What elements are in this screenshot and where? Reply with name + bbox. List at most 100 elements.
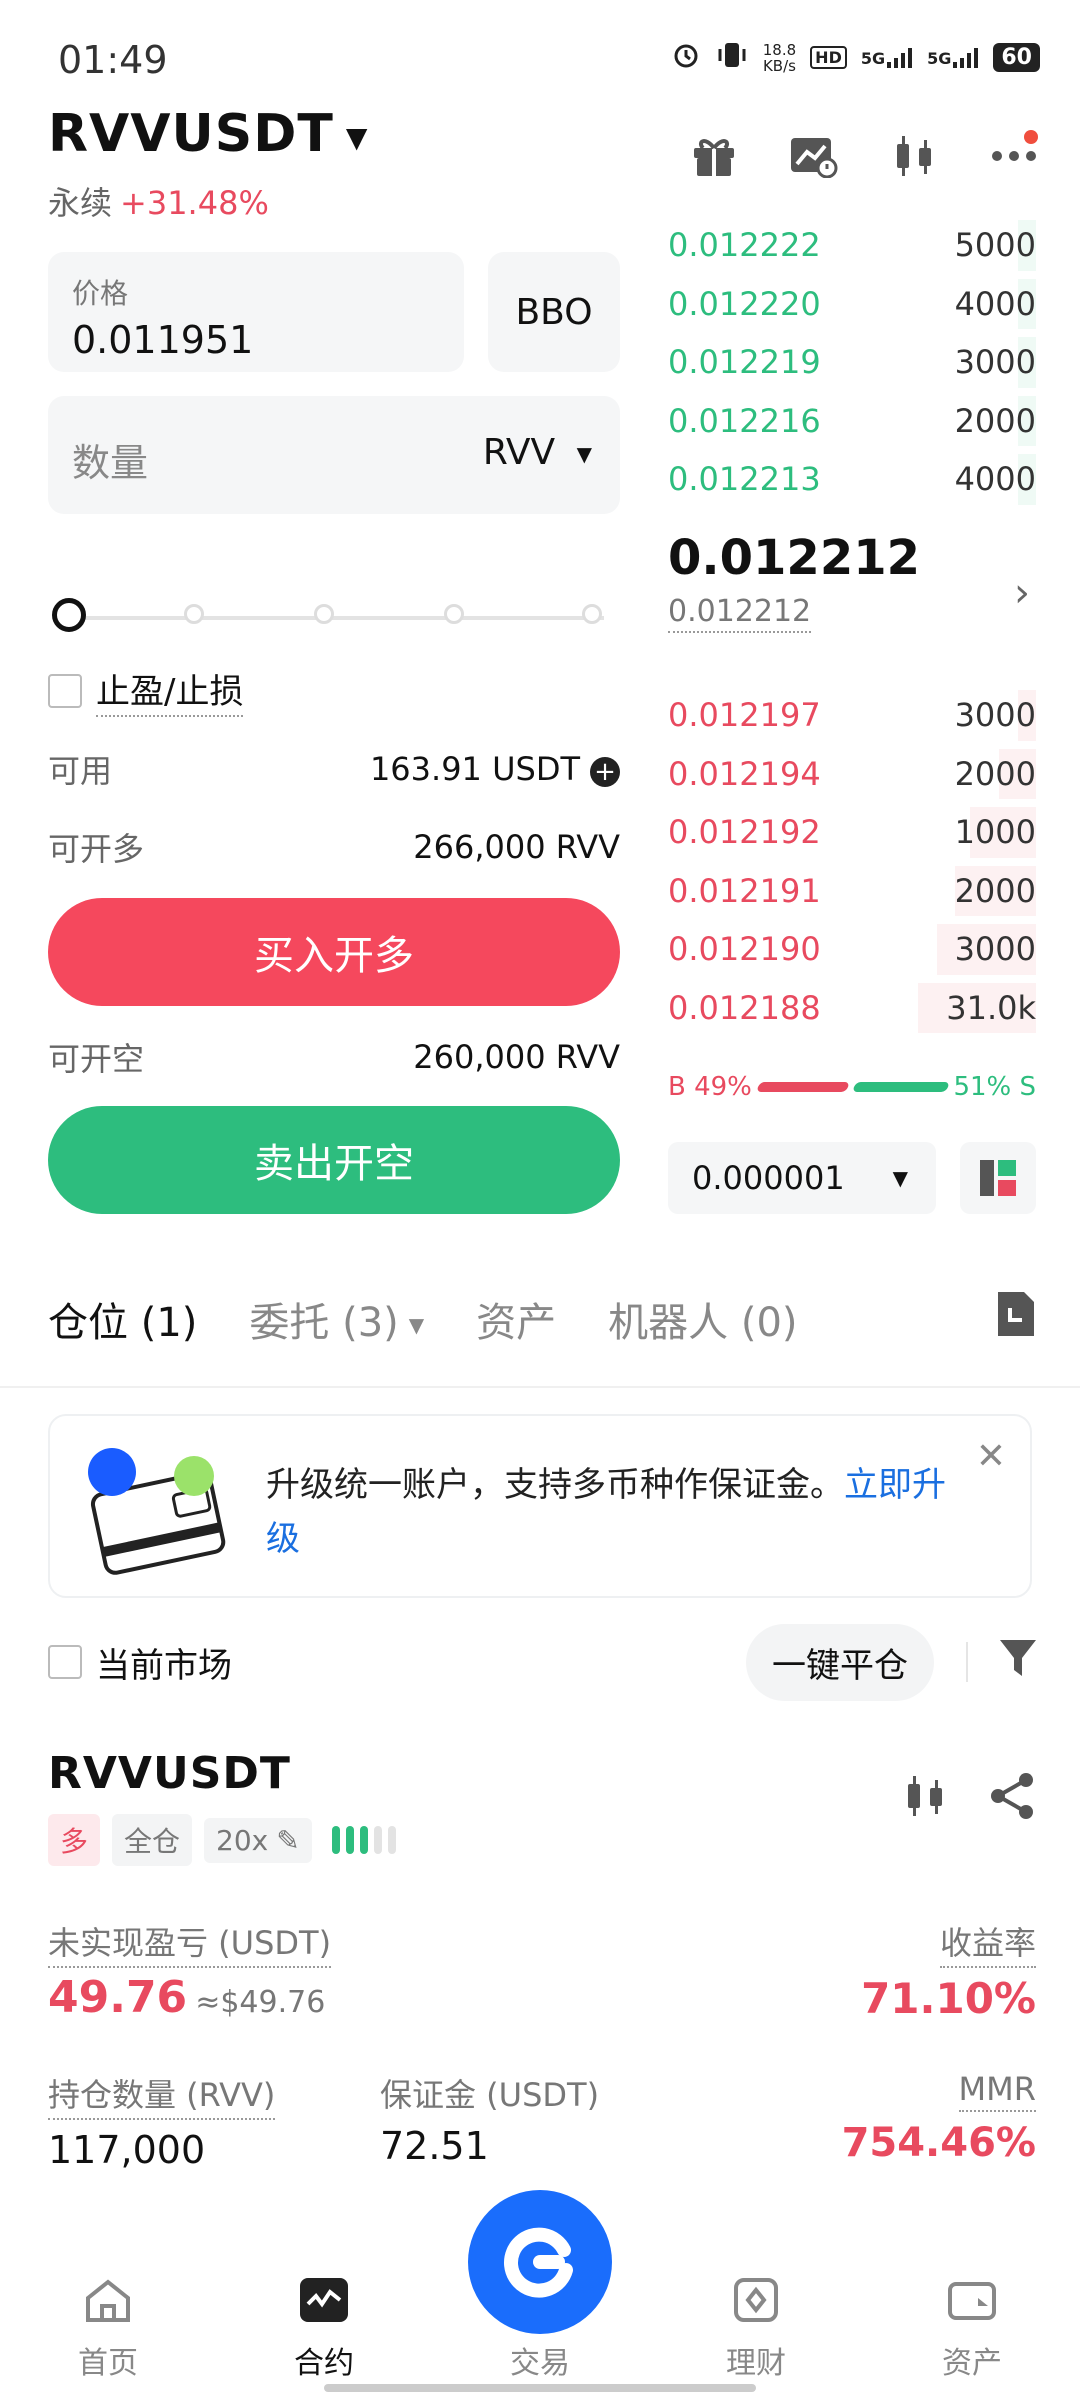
roe-label[interactable]: 收益率 xyxy=(939,1918,1036,1968)
close-all-button[interactable]: 一键平仓 xyxy=(746,1623,934,1701)
slider-stop[interactable] xyxy=(582,604,602,624)
ask-row[interactable]: 0.012216 2000 xyxy=(668,392,1036,451)
side-tag: 多 xyxy=(48,1814,101,1866)
nav-futures[interactable]: 合约 xyxy=(239,2276,409,2382)
book-quantity: 2000 xyxy=(954,871,1036,910)
buy-long-button[interactable]: 买入开多 xyxy=(48,898,620,1006)
share-icon[interactable] xyxy=(988,1772,1036,1824)
history-document-icon[interactable] xyxy=(994,1290,1038,1348)
size-label[interactable]: 持仓数量 (RVV) xyxy=(48,2070,276,2120)
status-bar: 01:49 18.8 KB/s HD 5G 5G 60 xyxy=(0,0,1080,110)
slider-stop[interactable] xyxy=(314,604,334,624)
tab-assets[interactable]: 资产 xyxy=(476,1290,556,1348)
banner-text: 升级统一账户，支持多币种作保证金。立即升级 xyxy=(266,1465,946,1559)
book-layout-button[interactable] xyxy=(960,1142,1036,1214)
home-indicator xyxy=(324,2384,756,2392)
max-short-row: 可开空 260,000 RVV xyxy=(48,1034,620,1080)
max-short-label: 可开空 xyxy=(48,1040,145,1078)
book-quantity: 3000 xyxy=(954,343,1036,382)
mark-price: 0.012212 xyxy=(668,594,812,633)
chart-alert-icon[interactable] xyxy=(788,130,840,182)
position-tabs: 仓位 (1) 委托 (3) ▼ 资产 机器人 (0) xyxy=(48,1290,1038,1348)
bid-row[interactable]: 0.012188 31.0k xyxy=(668,979,1036,1038)
book-price: 0.012222 xyxy=(668,226,821,265)
book-price: 0.012190 xyxy=(668,930,821,969)
filter-icon[interactable] xyxy=(998,1636,1038,1689)
close-icon[interactable]: ✕ xyxy=(976,1436,1006,1477)
tpsl-checkbox[interactable] xyxy=(48,673,82,708)
candlestick-icon[interactable] xyxy=(888,130,940,182)
precision-value: 0.000001 xyxy=(692,1159,845,1197)
max-long-row: 可开多 266,000 RVV xyxy=(48,824,620,870)
bbo-button[interactable]: BBO xyxy=(488,252,620,372)
price-input[interactable]: 价格 0.011951 xyxy=(48,252,464,372)
gift-icon[interactable] xyxy=(688,130,740,182)
ask-row[interactable]: 0.012222 5000 xyxy=(668,216,1036,275)
earn-icon xyxy=(734,2278,778,2322)
upnl-approx: ≈$49.76 xyxy=(195,1985,326,2020)
book-quantity: 2000 xyxy=(954,754,1036,793)
ask-row[interactable]: 0.012219 3000 xyxy=(668,333,1036,392)
ask-list: 0.012222 5000 0.012220 4000 0.012219 3000 0.01… xyxy=(668,216,1036,509)
futures-icon xyxy=(300,2278,348,2322)
nav-assets[interactable]: 资产 xyxy=(887,2276,1057,2382)
tab-bots[interactable]: 机器人 (0) xyxy=(608,1290,797,1348)
quantity-input[interactable]: 数量 RVV ▼ xyxy=(48,396,620,514)
wallet-icon xyxy=(948,2282,996,2320)
notification-dot xyxy=(1024,130,1038,144)
bid-row[interactable]: 0.012197 3000 xyxy=(668,686,1036,745)
buy-sell-ratio: B 49% 51% S xyxy=(668,1072,1036,1102)
last-price-block[interactable]: 0.012212 0.012212 › xyxy=(668,530,1036,660)
bid-row[interactable]: 0.012192 1000 xyxy=(668,803,1036,862)
current-market-toggle[interactable]: 当前市场 xyxy=(48,1638,232,1687)
mmr-label[interactable]: MMR xyxy=(958,2070,1036,2112)
trade-fab-button[interactable] xyxy=(468,2190,612,2334)
price-value[interactable]: 0.011951 xyxy=(72,318,253,362)
tpsl-toggle[interactable]: 止盈/止损 xyxy=(48,664,244,717)
max-long-value: 266,000 RVV xyxy=(413,828,620,866)
book-price: 0.012197 xyxy=(668,696,821,735)
book-price: 0.012192 xyxy=(668,813,821,852)
sell-short-button[interactable]: 卖出开空 xyxy=(48,1106,620,1214)
bid-row[interactable]: 0.012191 2000 xyxy=(668,862,1036,921)
book-price: 0.012220 xyxy=(668,284,821,323)
home-icon xyxy=(86,2279,130,2322)
more-icon[interactable] xyxy=(988,130,1040,182)
tab-orders[interactable]: 委托 (3) ▼ xyxy=(249,1290,424,1348)
quantity-slider[interactable] xyxy=(52,598,612,638)
current-market-checkbox[interactable] xyxy=(48,1645,82,1679)
hd-badge: HD xyxy=(810,46,847,69)
max-long-label: 可开多 xyxy=(48,830,145,868)
price-change: +31.48% xyxy=(120,184,269,222)
current-market-label: 当前市场 xyxy=(96,1645,232,1686)
position-symbol[interactable]: RVVUSDT xyxy=(48,1748,291,1799)
leverage-tag[interactable]: 20x ✎ xyxy=(204,1817,312,1863)
nav-home[interactable]: 首页 xyxy=(23,2276,193,2382)
position-tags: 多 全仓 20x ✎ xyxy=(48,1814,396,1866)
symbol-subtitle: 永续 +31.48% xyxy=(48,178,269,224)
ask-row[interactable]: 0.012213 4000 xyxy=(668,450,1036,509)
sell-ratio-bar xyxy=(852,1082,950,1092)
price-label: 价格 xyxy=(72,277,129,310)
upnl-label[interactable]: 未实现盈亏 (USDT) xyxy=(48,1918,332,1968)
slider-handle[interactable] xyxy=(52,598,86,632)
caret-down-icon: ▼ xyxy=(892,1166,908,1190)
precision-selector[interactable]: 0.000001 ▼ xyxy=(668,1142,936,1214)
add-funds-icon[interactable]: + xyxy=(590,757,620,787)
quantity-unit-selector[interactable]: RVV ▼ xyxy=(483,432,592,473)
book-price: 0.012194 xyxy=(668,754,821,793)
symbol-selector[interactable]: RVVUSDT ▼ xyxy=(48,104,368,164)
slider-stop[interactable] xyxy=(184,604,204,624)
upnl-value: 49.76 ≈$49.76 xyxy=(48,1972,326,2023)
bid-row[interactable]: 0.012194 2000 xyxy=(668,745,1036,804)
candlestick-icon[interactable] xyxy=(902,1772,948,1824)
battery-icon: 60 xyxy=(993,43,1040,72)
ask-row[interactable]: 0.012220 4000 xyxy=(668,275,1036,334)
bid-row[interactable]: 0.012190 3000 xyxy=(668,920,1036,979)
contract-type: 永续 xyxy=(48,184,113,222)
nav-earn[interactable]: 理财 xyxy=(671,2276,841,2382)
slider-stop[interactable] xyxy=(444,604,464,624)
risk-level-indicator xyxy=(331,1826,396,1854)
buy-ratio-bar xyxy=(756,1082,850,1092)
tab-positions[interactable]: 仓位 (1) xyxy=(48,1290,197,1348)
